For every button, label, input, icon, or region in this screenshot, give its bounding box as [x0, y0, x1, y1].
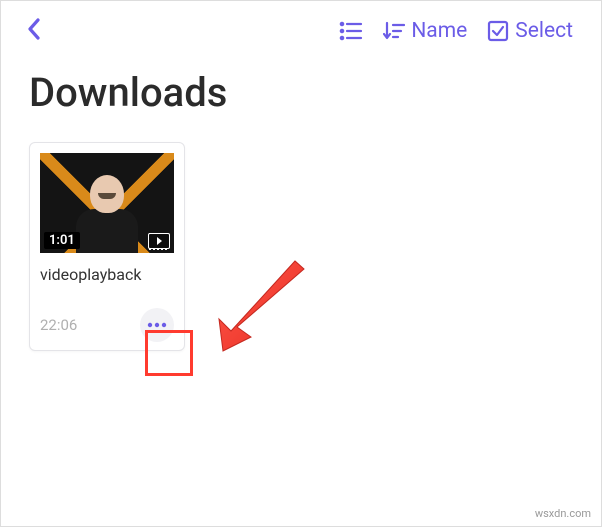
page-title: Downloads [1, 61, 601, 134]
file-name: videoplayback [40, 265, 174, 284]
duration-badge: 1:01 [44, 232, 80, 249]
file-card[interactable]: 1:01 videoplayback 22:06 [29, 142, 185, 351]
file-timestamp: 22:06 [40, 316, 77, 334]
sort-icon [383, 21, 405, 41]
video-thumbnail: 1:01 [40, 153, 174, 253]
chevron-left-icon [27, 18, 41, 40]
select-label: Select [515, 19, 573, 43]
video-type-icon [148, 233, 170, 249]
view-list-button[interactable] [329, 17, 373, 45]
checkbox-icon [487, 20, 509, 42]
more-horizontal-icon [147, 322, 167, 328]
header: Name Select [1, 1, 601, 61]
file-grid: 1:01 videoplayback 22:06 [1, 134, 601, 359]
more-options-button[interactable] [140, 308, 174, 342]
select-button[interactable]: Select [477, 15, 583, 47]
sort-label: Name [411, 19, 467, 43]
watermark: wsxdn.com [535, 507, 591, 520]
sort-button[interactable]: Name [373, 15, 477, 47]
back-button[interactable] [19, 14, 49, 48]
list-view-icon [339, 21, 363, 41]
